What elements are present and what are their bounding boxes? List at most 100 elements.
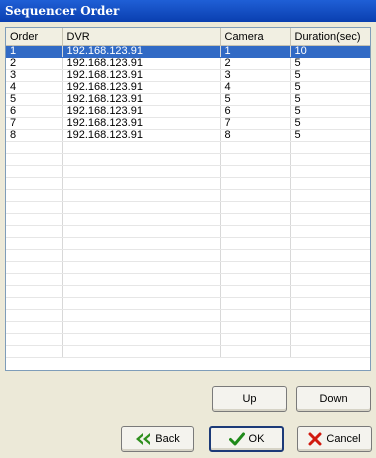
cell-order: 6 <box>6 105 63 118</box>
ok-button-label: OK <box>248 433 265 445</box>
empty-cell <box>220 273 291 286</box>
table-row[interactable]: 5 192.168.123.91 5 5 <box>6 93 370 106</box>
empty-row <box>6 237 370 250</box>
empty-cell <box>6 225 63 238</box>
empty-row <box>6 297 370 310</box>
cell-duration: 5 <box>290 117 370 130</box>
empty-cell <box>6 261 63 274</box>
empty-cell <box>6 213 63 226</box>
empty-cell <box>220 285 291 298</box>
empty-cell <box>6 165 63 178</box>
x-icon <box>308 432 322 446</box>
empty-cell <box>6 153 63 166</box>
empty-row <box>6 345 370 358</box>
empty-cell <box>290 249 370 262</box>
cell-dvr: 192.168.123.91 <box>62 105 221 118</box>
empty-cell <box>290 177 370 190</box>
empty-row <box>6 177 370 190</box>
table-row[interactable]: 7 192.168.123.91 7 5 <box>6 117 370 130</box>
down-button[interactable]: Down <box>296 386 371 412</box>
cell-duration: 5 <box>290 105 370 118</box>
table-row[interactable]: 3 192.168.123.91 3 5 <box>6 69 370 82</box>
empty-cell <box>220 141 291 154</box>
empty-row <box>6 285 370 298</box>
empty-cell <box>6 309 63 322</box>
cell-order: 8 <box>6 129 63 142</box>
empty-cell <box>62 321 221 334</box>
empty-cell <box>220 153 291 166</box>
empty-cell <box>290 285 370 298</box>
cell-order: 4 <box>6 81 63 94</box>
cell-dvr: 192.168.123.91 <box>62 81 221 94</box>
empty-row <box>6 189 370 202</box>
empty-cell <box>6 249 63 262</box>
empty-cell <box>6 273 63 286</box>
cell-duration: 5 <box>290 129 370 142</box>
empty-cell <box>62 213 221 226</box>
table-row[interactable]: 8 192.168.123.91 8 5 <box>6 129 370 142</box>
empty-cell <box>62 249 221 262</box>
empty-cell <box>220 249 291 262</box>
sequencer-list[interactable]: Order DVR Camera Duration(sec) 1 192.168.… <box>5 27 371 371</box>
empty-row <box>6 261 370 274</box>
column-header-dvr[interactable]: DVR <box>62 28 221 46</box>
empty-cell <box>220 345 291 358</box>
empty-cell <box>62 309 221 322</box>
empty-cell <box>62 189 221 202</box>
empty-row <box>6 141 370 154</box>
empty-row <box>6 273 370 286</box>
cell-camera: 2 <box>220 57 291 70</box>
empty-cell <box>220 177 291 190</box>
empty-cell <box>290 225 370 238</box>
column-header-order[interactable]: Order <box>6 28 63 46</box>
empty-row <box>6 201 370 214</box>
up-button[interactable]: Up <box>212 386 287 412</box>
empty-row <box>6 153 370 166</box>
cell-duration: 5 <box>290 57 370 70</box>
ok-button[interactable]: OK <box>209 426 284 452</box>
up-button-label: Up <box>242 393 257 405</box>
empty-row <box>6 321 370 334</box>
cell-duration: 10 <box>290 45 370 58</box>
empty-cell <box>62 237 221 250</box>
cell-dvr: 192.168.123.91 <box>62 45 221 58</box>
empty-cell <box>220 237 291 250</box>
cell-dvr: 192.168.123.91 <box>62 129 221 142</box>
sequencer-table: Order DVR Camera Duration(sec) 1 192.168.… <box>6 28 370 358</box>
table-row[interactable]: 6 192.168.123.91 6 5 <box>6 105 370 118</box>
empty-cell <box>62 225 221 238</box>
cell-camera: 6 <box>220 105 291 118</box>
empty-cell <box>62 177 221 190</box>
empty-cell <box>62 273 221 286</box>
empty-cell <box>6 237 63 250</box>
empty-cell <box>62 345 221 358</box>
cancel-button[interactable]: Cancel <box>297 426 372 452</box>
empty-cell <box>220 189 291 202</box>
empty-cell <box>6 177 63 190</box>
empty-cell <box>6 201 63 214</box>
empty-row <box>6 165 370 178</box>
empty-cell <box>62 297 221 310</box>
empty-cell <box>6 285 63 298</box>
column-header-duration[interactable]: Duration(sec) <box>290 28 370 46</box>
column-header-camera[interactable]: Camera <box>220 28 291 46</box>
window-title: Sequencer Order <box>0 0 376 22</box>
empty-cell <box>290 273 370 286</box>
empty-cell <box>290 153 370 166</box>
empty-cell <box>6 297 63 310</box>
back-button[interactable]: Back <box>121 426 194 452</box>
table-row[interactable]: 1 192.168.123.91 1 10 <box>6 45 370 58</box>
cell-camera: 7 <box>220 117 291 130</box>
empty-row <box>6 333 370 346</box>
cell-camera: 5 <box>220 93 291 106</box>
cell-order: 1 <box>6 45 63 58</box>
empty-cell <box>6 345 63 358</box>
double-chevron-left-icon <box>135 432 151 446</box>
table-row[interactable]: 2 192.168.123.91 2 5 <box>6 57 370 70</box>
empty-cell <box>290 297 370 310</box>
table-row[interactable]: 4 192.168.123.91 4 5 <box>6 81 370 94</box>
empty-cell <box>6 141 63 154</box>
empty-cell <box>290 237 370 250</box>
cell-camera: 4 <box>220 81 291 94</box>
empty-cell <box>62 333 221 346</box>
